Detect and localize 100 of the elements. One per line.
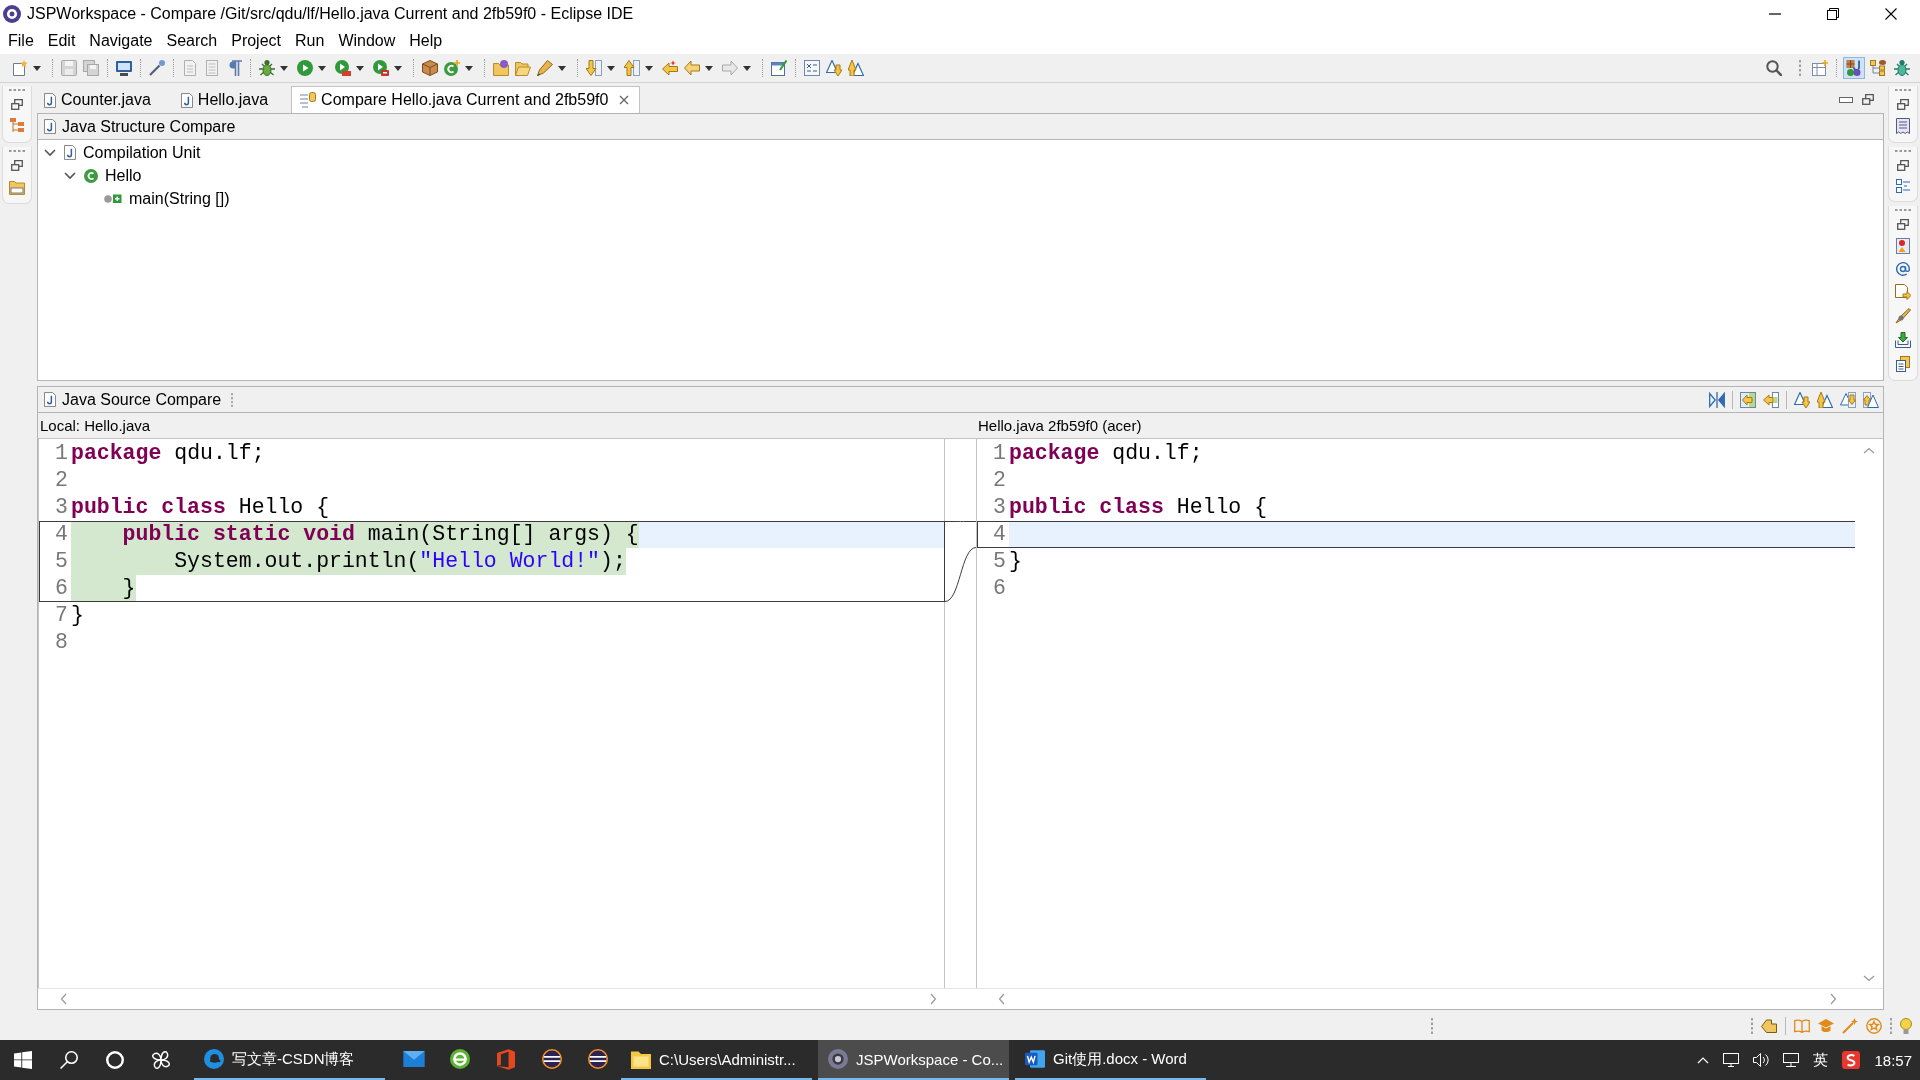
editor-tab[interactable]: Compare Hello.java Current and 2fb59f0: [291, 86, 641, 113]
window-icon[interactable]: [771, 60, 787, 76]
caret-icon[interactable]: [356, 65, 364, 71]
bug-icon[interactable]: [259, 60, 275, 76]
clock[interactable]: 18:57: [1874, 1051, 1912, 1069]
play-icon[interactable]: [297, 60, 313, 76]
line-number: 1: [54, 440, 69, 467]
perspective-button[interactable]: [1891, 57, 1913, 79]
arrow-down-icon[interactable]: [586, 60, 602, 76]
triangle-up-arrow-icon[interactable]: [1817, 391, 1833, 408]
tree-item[interactable]: Hello: [105, 166, 142, 185]
tree-item[interactable]: Compilation Unit: [83, 143, 201, 162]
chevron-down-icon[interactable]: [44, 148, 56, 157]
at-sign-icon[interactable]: [1896, 262, 1910, 276]
caret-icon[interactable]: [280, 65, 288, 71]
new-file-icon[interactable]: [12, 60, 28, 76]
restore-icon[interactable]: [11, 99, 23, 110]
chevron-left-icon[interactable]: [998, 993, 1005, 1005]
star-badge-icon[interactable]: [1866, 1018, 1882, 1034]
menu-item[interactable]: Run: [288, 29, 332, 53]
wand-icon[interactable]: [149, 60, 165, 76]
table-x-icon[interactable]: [804, 60, 820, 76]
menu-item[interactable]: Window: [331, 29, 403, 53]
caret-icon[interactable]: [705, 65, 713, 71]
package-icon[interactable]: [422, 60, 438, 76]
restore-icon[interactable]: [1827, 8, 1839, 20]
run-toolbox-icon[interactable]: [373, 60, 389, 76]
s-logo-icon[interactable]: [1842, 1051, 1861, 1069]
editor-tab[interactable]: Hello.java: [173, 86, 292, 113]
caret-icon[interactable]: [558, 65, 566, 71]
taskbar-button[interactable]: 写文章-CSDN博客: [194, 1040, 385, 1080]
hierarchy-icon[interactable]: [10, 118, 24, 134]
menu-item[interactable]: Navigate: [82, 29, 160, 53]
document-icon[interactable]: [1896, 118, 1910, 134]
menu-item[interactable]: Project: [224, 29, 288, 53]
outline-icon[interactable]: [1896, 179, 1910, 193]
taskbar-button[interactable]: JSPWorkspace - Co...: [818, 1040, 1009, 1080]
tag-icon[interactable]: [1761, 1019, 1777, 1033]
ring-icon[interactable]: [106, 1051, 124, 1069]
restore-icon[interactable]: [1897, 160, 1909, 171]
perspective-button[interactable]: [1843, 57, 1865, 79]
restore-icon[interactable]: [1862, 94, 1874, 105]
editor-tab[interactable]: Counter.java: [37, 86, 174, 113]
caret-icon[interactable]: [465, 65, 473, 71]
triangle-down-arrow-icon[interactable]: [1794, 391, 1810, 408]
close-icon[interactable]: [1885, 8, 1897, 20]
open-perspective-icon[interactable]: [1812, 60, 1828, 76]
triangle-up-arrow-icon[interactable]: [1863, 391, 1879, 408]
menu-item[interactable]: Search: [159, 29, 225, 53]
triangle-down-arrow-icon[interactable]: [826, 60, 842, 76]
restore-icon[interactable]: [11, 160, 23, 171]
caret-icon[interactable]: [318, 65, 326, 71]
arrows-meet-icon[interactable]: [1709, 391, 1725, 408]
pen-icon[interactable]: [537, 60, 553, 76]
class-plus-icon[interactable]: [444, 60, 460, 76]
display-icon[interactable]: [1783, 1053, 1800, 1067]
monitor-icon[interactable]: [1723, 1053, 1740, 1067]
search-icon[interactable]: [1766, 60, 1782, 76]
folder-icon[interactable]: [9, 179, 25, 195]
tree-item[interactable]: main(String []): [129, 189, 230, 208]
search-icon[interactable]: [60, 1051, 78, 1069]
download-tray-icon[interactable]: [1895, 332, 1911, 348]
windows-logo-icon[interactable]: [14, 1051, 32, 1069]
menu-item[interactable]: File: [1, 29, 41, 53]
taskbar-button[interactable]: Git使用.docx - Word: [1015, 1040, 1206, 1080]
chevron-right-icon[interactable]: [930, 993, 937, 1005]
copy-left-icon[interactable]: [1763, 391, 1779, 408]
pinwheel-icon[interactable]: [152, 1051, 170, 1069]
chevron-right-icon[interactable]: [1830, 993, 1837, 1005]
caret-icon[interactable]: [645, 65, 653, 71]
menu-item[interactable]: Edit: [40, 29, 83, 53]
input-method-indicator[interactable]: 英: [1813, 1050, 1829, 1070]
restore-icon[interactable]: [1897, 99, 1909, 110]
folder-icon[interactable]: [493, 60, 509, 76]
caret-icon[interactable]: [33, 65, 41, 71]
brush-icon[interactable]: [1895, 308, 1911, 324]
chevron-down-icon[interactable]: [64, 171, 76, 180]
caret-icon[interactable]: [743, 65, 751, 71]
bulb-icon[interactable]: [1900, 1018, 1912, 1034]
document-arrow-icon[interactable]: [1895, 284, 1911, 300]
breakpoint-icon[interactable]: [1896, 238, 1910, 254]
chevron-left-icon[interactable]: [60, 993, 67, 1005]
caret-icon[interactable]: [394, 65, 402, 71]
open-folder-icon[interactable]: [515, 60, 531, 76]
menu-item[interactable]: Help: [402, 29, 450, 53]
arrow-up-icon[interactable]: [624, 60, 640, 76]
restore-icon[interactable]: [1897, 219, 1909, 230]
back-edit-icon[interactable]: [662, 60, 678, 76]
copy-left-icon[interactable]: [1740, 391, 1756, 408]
triangle-up-arrow-icon[interactable]: [848, 60, 864, 76]
caret-icon[interactable]: [607, 65, 615, 71]
taskbar-button[interactable]: C:\Users\Administr...: [621, 1040, 812, 1080]
minimize-icon[interactable]: [1839, 96, 1853, 103]
monitor-icon[interactable]: [116, 60, 132, 76]
triangle-down-arrow-icon[interactable]: [1840, 391, 1856, 408]
speaker-icon[interactable]: [1753, 1053, 1770, 1067]
perspective-button[interactable]: [1867, 57, 1889, 79]
run-stop-icon[interactable]: [335, 60, 351, 76]
back-arrow-icon[interactable]: [684, 60, 700, 76]
clipboard-icon[interactable]: [1896, 356, 1910, 372]
